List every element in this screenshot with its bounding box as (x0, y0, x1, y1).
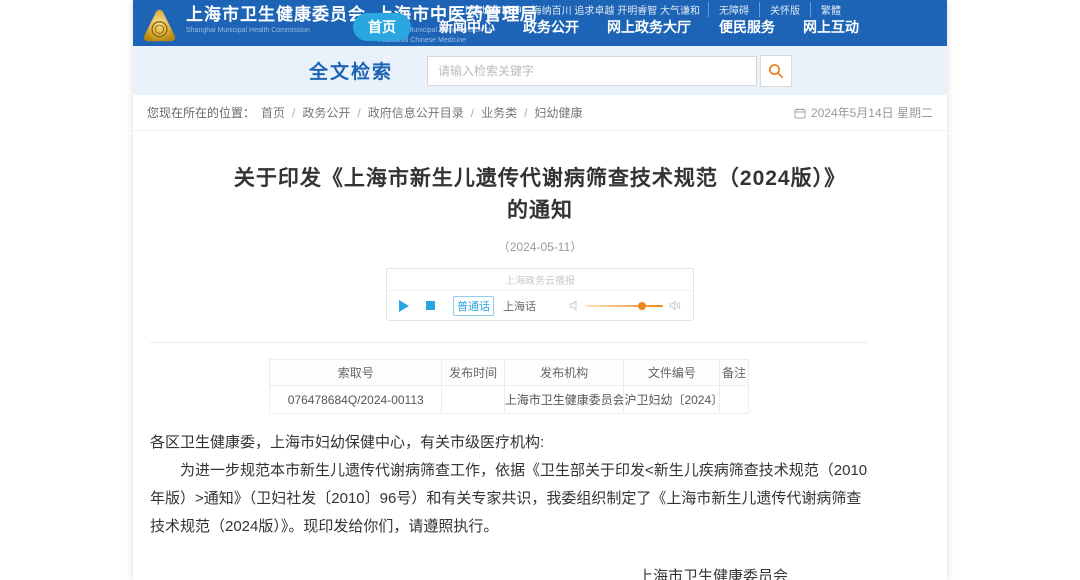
meta-value-document-number: 沪卫妇幼〔2024〕17号 (624, 386, 720, 414)
notice-text: 各区卫生健康委，上海市妇幼保健中心，有关市级医疗机构: 为进一步规范本市新生儿遗… (150, 429, 868, 541)
article: 关于印发《上海市新生儿遗传代谢病筛查技术规范（2024版）》 的通知 （2024… (133, 163, 947, 580)
org-primary-english: Shanghai Municipal Health Commission (186, 27, 366, 35)
org-primary: 上海市卫生健康委员会 Shanghai Municipal Health Com… (186, 5, 366, 35)
volume-high-icon (669, 300, 681, 311)
nav-gov-affairs[interactable]: 政务公开 (523, 17, 579, 37)
audio-reader-widget: 上海政务云播报 普通话 上海话 (386, 268, 694, 321)
notice-paragraph: 为进一步规范本市新生儿遗传代谢病筛查工作，依据《卫生部关于印发<新生儿疾病筛查技… (150, 457, 868, 541)
page-title: 关于印发《上海市新生儿遗传代谢病筛查技术规范（2024版）》 的通知 (133, 163, 947, 227)
volume-control (569, 300, 681, 311)
volume-low-icon (569, 300, 579, 311)
nav-online-hall[interactable]: 网上政务大厅 (607, 17, 691, 37)
page-title-line1: 关于印发《上海市新生儿遗传代谢病筛查技术规范（2024版）》 (133, 163, 947, 195)
meta-value-remarks (720, 386, 749, 414)
notice-salutation: 各区卫生健康委，上海市妇幼保健中心，有关市级医疗机构: (150, 429, 868, 457)
play-icon[interactable] (399, 300, 409, 312)
meta-header-publish-time: 发布时间 (442, 360, 504, 386)
meta-header-issuing-agency: 发布机构 (504, 360, 624, 386)
page-title-line2: 的通知 (133, 195, 947, 227)
fulltext-search-label: 全文检索 (309, 57, 393, 84)
breadcrumb: 您现在所在的位置： 首页 / 政务公开 / 政府信息公开目录 / 业务类 / 妇… (133, 95, 947, 131)
meta-value-issuing-agency: 上海市卫生健康委员会 (504, 386, 624, 414)
article-body: 索取号 发布时间 发布机构 文件编号 备注 076478684Q/2024-00… (150, 342, 868, 580)
nav-public-services[interactable]: 便民服务 (719, 17, 775, 37)
stop-icon[interactable] (426, 301, 435, 310)
shanghainese-tab[interactable]: 上海话 (503, 298, 536, 314)
breadcrumb-gov-affairs[interactable]: 政务公开 (302, 104, 350, 121)
search-band: 全文检索 (133, 46, 947, 95)
meta-header-index-number: 索取号 (270, 360, 442, 386)
meta-header-remarks: 备注 (720, 360, 749, 386)
audio-reader-caption: 上海政务云播报 (387, 269, 693, 291)
signature-organization: 上海市卫生健康委员会 (150, 565, 868, 580)
breadcrumb-maternal-child-health[interactable]: 妇幼健康 (534, 104, 582, 121)
breadcrumb-separator: / (524, 106, 527, 120)
meta-data-row: 076478684Q/2024-00113 上海市卫生健康委员会 沪卫妇幼〔20… (270, 386, 749, 414)
site-header: 上海市卫生健康委员会 Shanghai Municipal Health Com… (133, 0, 947, 46)
nav-news-center[interactable]: 新闻中心 (439, 17, 495, 37)
gov-emblem-icon (141, 7, 178, 44)
publish-date: （2024-05-11） (133, 238, 947, 255)
meta-header-document-number: 文件编号 (624, 360, 720, 386)
mandarin-tab[interactable]: 普通话 (453, 296, 494, 316)
nav-online-interaction[interactable]: 网上互动 (803, 17, 859, 37)
search-icon (768, 63, 784, 79)
org-primary-name: 上海市卫生健康委员会 (186, 5, 366, 25)
volume-slider[interactable] (585, 305, 663, 307)
volume-slider-handle[interactable] (638, 302, 646, 310)
meta-header-row: 索取号 发布时间 发布机构 文件编号 备注 (270, 360, 749, 386)
audio-reader-controls: 普通话 上海话 (387, 291, 693, 320)
breadcrumb-separator: / (292, 106, 295, 120)
search-input[interactable] (427, 56, 757, 86)
site-window: 上海市卫生健康委员会 Shanghai Municipal Health Com… (133, 0, 947, 580)
current-date: 2024年5月14日 星期二 (794, 104, 933, 121)
meta-value-index-number: 076478684Q/2024-00113 (270, 386, 442, 414)
meta-value-publish-time (442, 386, 504, 414)
calendar-icon (794, 107, 806, 119)
breadcrumb-prefix: 您现在所在的位置： (147, 104, 255, 121)
search-button[interactable] (760, 55, 792, 87)
section-divider (150, 342, 868, 343)
nav-home[interactable]: 首页 (353, 13, 411, 41)
breadcrumb-business-category[interactable]: 业务类 (481, 104, 517, 121)
breadcrumb-separator: / (357, 106, 360, 120)
document-meta-table: 索取号 发布时间 发布机构 文件编号 备注 076478684Q/2024-00… (269, 359, 749, 414)
breadcrumb-info-directory[interactable]: 政府信息公开目录 (368, 104, 464, 121)
signature-block: 上海市卫生健康委员会 2024年5月10日 (150, 565, 868, 580)
breadcrumb-home[interactable]: 首页 (261, 104, 285, 121)
main-navigation: 首页 新闻中心 政务公开 网上政务大厅 便民服务 网上互动 (353, 13, 859, 41)
breadcrumb-separator: / (471, 106, 474, 120)
current-date-text: 2024年5月14日 星期二 (811, 104, 933, 121)
